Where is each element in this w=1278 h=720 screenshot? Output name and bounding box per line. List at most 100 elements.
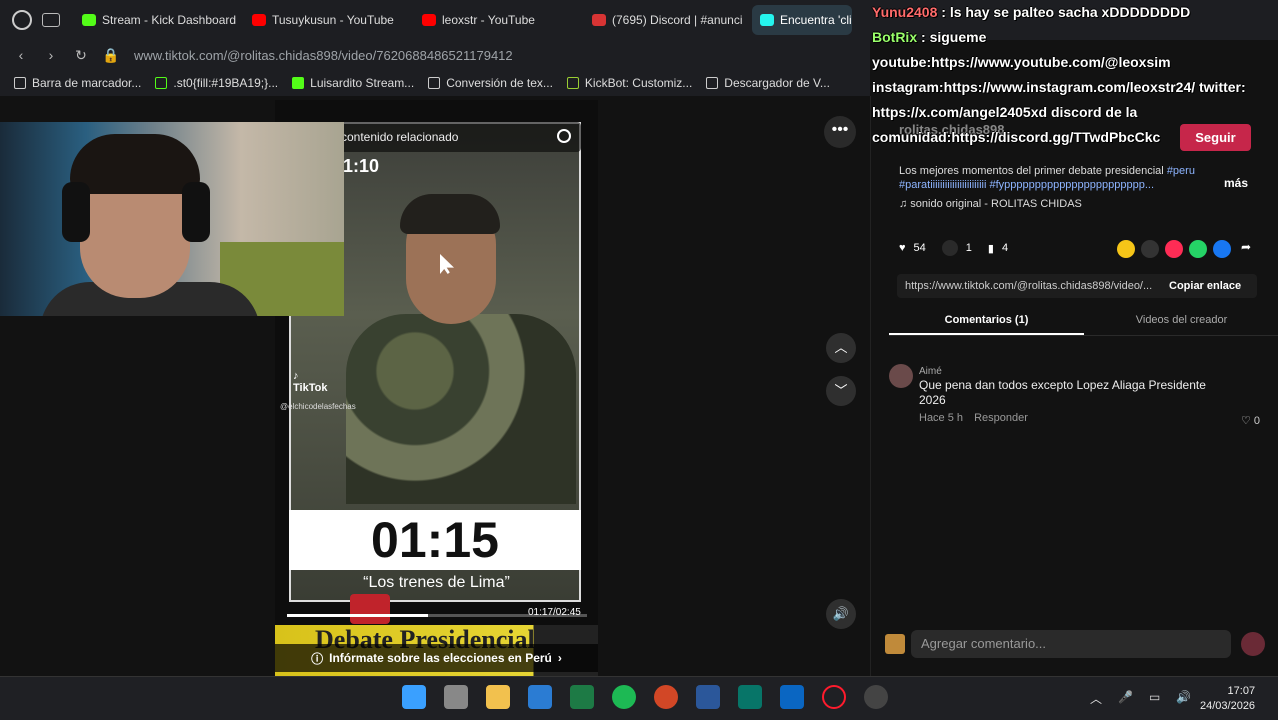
video-time: 01:17/02:45: [528, 607, 581, 618]
bookmark-item[interactable]: Descargador de V...: [706, 76, 830, 90]
info-icon: ⓘ: [311, 651, 324, 666]
share-link[interactable]: https://www.tiktok.com/@rolitas.chidas89…: [897, 280, 1157, 292]
bookmark-icon: ▮: [987, 242, 994, 255]
excel-icon[interactable]: [570, 685, 594, 709]
clock-time: 17:07: [1227, 685, 1256, 697]
headphones-icon: [182, 182, 210, 242]
clock-date: 24/03/2026: [1200, 700, 1256, 712]
file-explorer-icon[interactable]: [486, 685, 510, 709]
more-options-button[interactable]: •••: [824, 116, 856, 148]
microphone-icon[interactable]: 🎤: [1118, 690, 1133, 707]
tab-creator-videos[interactable]: Videos del creador: [1084, 308, 1278, 335]
save-count: 4: [1001, 242, 1009, 254]
tiktok-icon: [760, 14, 774, 26]
previous-video-button[interactable]: ︿: [826, 333, 856, 363]
chat-message: Yunu2408 : ls hay se palteo sacha xDDDDD…: [872, 0, 1278, 25]
kickbot-icon: [566, 77, 579, 89]
comment-composer: Agregar comentario...: [885, 630, 1265, 658]
video-quote: “Los trenes de Lima”: [363, 574, 510, 591]
tiktok-watermark: ♪ TikTok: [293, 370, 327, 394]
comment-input[interactable]: Agregar comentario...: [911, 630, 1231, 658]
edge-icon[interactable]: [780, 685, 804, 709]
powerpoint-icon[interactable]: [654, 685, 678, 709]
folder-icon: [14, 77, 26, 89]
tab-comments[interactable]: Comentarios (1): [889, 308, 1084, 335]
comment-like-button[interactable]: ♡ 0: [1241, 414, 1260, 427]
avatar[interactable]: [889, 364, 913, 388]
share-arrow-icon[interactable]: ➦: [1237, 240, 1255, 258]
like-button[interactable]: ♥ 54: [899, 242, 926, 254]
emoji-share-icon[interactable]: [1117, 240, 1135, 258]
whatsapp-icon[interactable]: [1189, 240, 1207, 258]
send-icon[interactable]: [1165, 240, 1183, 258]
chat-username: Yunu2408: [872, 4, 938, 20]
gear-icon: [155, 77, 168, 89]
network-icon[interactable]: ▭: [1149, 690, 1160, 707]
reload-icon[interactable]: ↻: [72, 47, 90, 64]
opera-icon[interactable]: [822, 685, 846, 709]
spotify-icon[interactable]: [612, 685, 636, 709]
bookmark-label: KickBot: Customiz...: [584, 76, 693, 90]
volume-icon[interactable]: 🔊: [1176, 690, 1191, 707]
publisher-icon[interactable]: [738, 685, 762, 709]
copy-link-button[interactable]: Copiar enlace: [1157, 280, 1241, 292]
tiktok-watermark-handle: @elchicodelasfechas: [280, 402, 356, 411]
tab-islands-icon[interactable]: [42, 13, 60, 27]
page-icon: [428, 77, 441, 89]
webcam-overlay: [0, 122, 344, 316]
elections-info-bar[interactable]: ⓘ Infórmate sobre las elecciones en Perú…: [275, 644, 598, 672]
tab-discord[interactable]: (7695) Discord | #anunci: [584, 5, 752, 35]
share-link-row: https://www.tiktok.com/@rolitas.chidas89…: [897, 274, 1257, 298]
bookmark-item[interactable]: Luisardito Stream...: [292, 76, 414, 90]
bookmark-label: Luisardito Stream...: [310, 76, 415, 90]
comment-button[interactable]: 1: [941, 240, 972, 256]
facebook-icon[interactable]: [1213, 240, 1231, 258]
save-button[interactable]: ▮ 4: [988, 242, 1008, 255]
headphones-icon: [62, 182, 90, 242]
discord-icon: [592, 14, 606, 26]
send-comment-button[interactable]: [1241, 632, 1265, 656]
speaker-figure: [346, 194, 576, 504]
store-icon[interactable]: [528, 685, 552, 709]
clock[interactable]: 17:07 24/03/2026: [1200, 684, 1255, 714]
video-small-timestamp: 1:10: [343, 156, 380, 176]
engagement-stats: ♥ 54 1 ▮ 4: [899, 240, 1008, 256]
taskbar: ︿ 🎤 ▭ 🔊 17:07 24/03/2026: [0, 676, 1278, 720]
settings-icon[interactable]: [864, 685, 888, 709]
windows-start-icon[interactable]: [402, 685, 426, 709]
search-icon[interactable]: [557, 129, 571, 143]
bookmark-item[interactable]: KickBot: Customiz...: [566, 76, 693, 90]
calculator-icon[interactable]: [444, 685, 468, 709]
bookmark-folder[interactable]: Barra de marcador...: [14, 76, 141, 90]
tab-youtube-leoxstr[interactable]: leoxstr - YouTube: [414, 5, 584, 35]
more-description-button[interactable]: más: [1224, 176, 1248, 190]
opera-logo-icon[interactable]: [12, 10, 32, 30]
chevron-up-icon[interactable]: ︿: [1090, 690, 1102, 707]
comment-user[interactable]: Aimé: [919, 366, 942, 377]
tab-kick-dashboard[interactable]: Stream - Kick Dashboard: [74, 5, 244, 35]
bookmark-item[interactable]: .st0{fill:#19BA19;}...: [155, 76, 278, 90]
video-big-timestamp: 01:15: [289, 510, 581, 570]
url-field[interactable]: www.tiktok.com/@rolitas.chidas898/video/…: [134, 48, 513, 63]
tab-tiktok-active[interactable]: Encuentra 'clips del c: [752, 5, 852, 35]
share-icons: ➦: [1117, 240, 1255, 258]
chevron-right-icon: ›: [557, 651, 562, 665]
tab-youtube-tusuykusun[interactable]: Tusuykusun - YouTube: [244, 5, 414, 35]
word-icon[interactable]: [696, 685, 720, 709]
volume-button[interactable]: 🔊: [826, 599, 856, 629]
page-icon: [706, 77, 719, 89]
forward-icon[interactable]: ›: [42, 47, 60, 63]
reply-button[interactable]: Responder: [974, 412, 1028, 424]
youtube-icon: [422, 14, 436, 26]
bookmark-label: .st0{fill:#19BA19;}...: [173, 76, 279, 90]
chat-text: : ls hay se palteo sacha xDDDDDDDD: [937, 4, 1191, 20]
sound-link[interactable]: ♫ sonido original - ROLITAS CHIDAS: [899, 198, 1082, 210]
next-video-button[interactable]: ﹀: [826, 376, 856, 406]
lock-icon: 🔒: [102, 46, 120, 63]
stream-chat-overlay: Yunu2408 : ls hay se palteo sacha xDDDDD…: [872, 0, 1278, 150]
bookmark-item[interactable]: Conversión de tex...: [428, 76, 553, 90]
embed-icon[interactable]: [1141, 240, 1159, 258]
tiktok-watermark-label: TikTok: [293, 382, 328, 394]
tab-label: leoxstr - YouTube: [442, 13, 535, 27]
back-icon[interactable]: ‹: [12, 47, 30, 63]
